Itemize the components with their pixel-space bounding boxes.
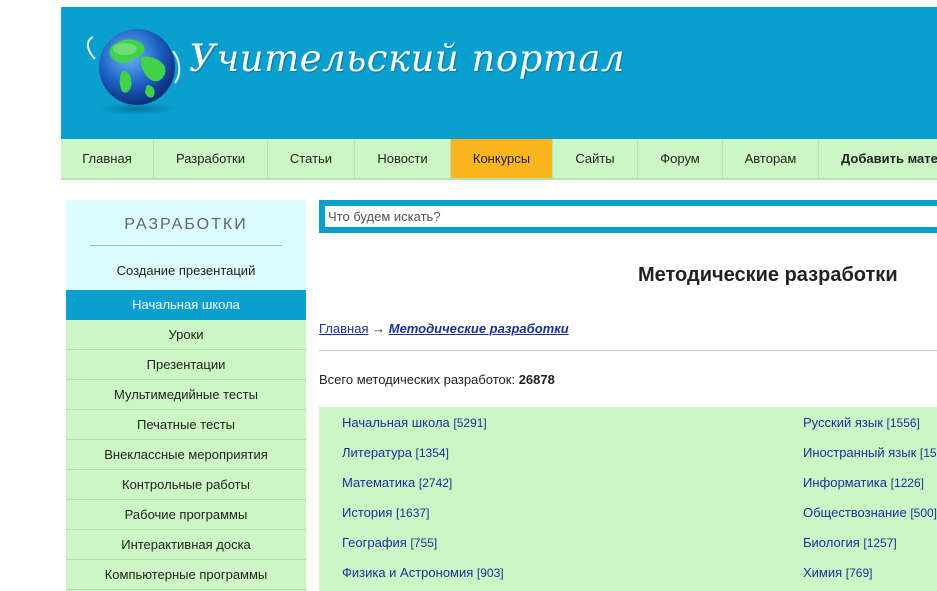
content-divider (319, 350, 937, 351)
breadcrumb-home-link[interactable]: Главная (319, 321, 368, 336)
category-link-history[interactable]: История [1637] (342, 505, 429, 520)
sidebar-item-work-programs[interactable]: Рабочие программы (66, 500, 306, 530)
sidebar-divider (90, 245, 282, 246)
category-link-social-studies[interactable]: Обществознание [500] (803, 505, 937, 520)
page-title: Методические разработки (638, 264, 898, 286)
nav-item-articles[interactable]: Статьи (268, 139, 355, 178)
nav-item-sites[interactable]: Сайты (553, 139, 638, 178)
sidebar-item-lessons[interactable]: Уроки (66, 320, 306, 350)
category-link-chemistry[interactable]: Химия [769] (803, 565, 873, 580)
category-link-geography[interactable]: География [755] (342, 535, 437, 550)
sidebar-item-primary-school[interactable]: Начальная школа (66, 290, 306, 320)
site-title[interactable]: Учительский портал (189, 37, 625, 80)
category-link-russian[interactable]: Русский язык [1556] (803, 415, 920, 430)
category-link-literature[interactable]: Литература [1354] (342, 445, 449, 460)
category-link-primary-school[interactable]: Начальная школа [5291] (342, 415, 487, 430)
globe-logo-icon[interactable] (81, 21, 189, 117)
site-header: Учительский портал (61, 7, 937, 139)
category-link-foreign-language[interactable]: Иностранный язык [15 (803, 445, 937, 460)
sidebar-item-control-works[interactable]: Контрольные работы (66, 470, 306, 500)
total-label: Всего методических разработок: (319, 372, 516, 387)
breadcrumb-separator: → (372, 321, 386, 336)
total-value: 26878 (518, 372, 555, 387)
search-bar (319, 200, 937, 233)
nav-item-forum[interactable]: Форум (638, 139, 723, 178)
sidebar-title: РАЗРАБОТКИ (124, 216, 248, 233)
nav-item-add-material[interactable]: Добавить мате (819, 139, 937, 178)
breadcrumb: Главная → Методические разработки (319, 321, 569, 336)
sidebar: РАЗРАБОТКИ Создание презентаций Начальна… (66, 200, 306, 591)
sidebar-link-create-presentations[interactable]: Создание презентаций (66, 263, 306, 278)
category-link-mathematics[interactable]: Математика [2742] (342, 475, 452, 490)
main-nav: Главная Разработки Статьи Новости Конкур… (61, 139, 937, 180)
sidebar-item-computer-programs[interactable]: Компьютерные программы (66, 560, 306, 590)
sidebar-item-multimedia-tests[interactable]: Мультимедийные тесты (66, 380, 306, 410)
category-link-informatics[interactable]: Информатика [1226] (803, 475, 924, 490)
search-input[interactable] (325, 206, 937, 227)
nav-item-home[interactable]: Главная (61, 139, 154, 178)
sidebar-header: РАЗРАБОТКИ Создание презентаций (66, 200, 306, 290)
total-count: Всего методических разработок: 26878 (319, 372, 555, 387)
nav-item-news[interactable]: Новости (355, 139, 451, 178)
sidebar-item-interactive-board[interactable]: Интерактивная доска (66, 530, 306, 560)
nav-item-developments[interactable]: Разработки (154, 139, 268, 178)
nav-item-authors[interactable]: Авторам (723, 139, 819, 178)
category-link-biology[interactable]: Биология [1257] (803, 535, 897, 550)
category-list: Начальная школа [5291] Литература [1354]… (319, 407, 937, 591)
nav-item-contests[interactable]: Конкурсы (451, 139, 553, 178)
sidebar-item-presentations[interactable]: Презентации (66, 350, 306, 380)
sidebar-item-extracurricular[interactable]: Внеклассные мероприятия (66, 440, 306, 470)
breadcrumb-current-link[interactable]: Методические разработки (389, 321, 569, 336)
sidebar-item-printed-tests[interactable]: Печатные тесты (66, 410, 306, 440)
category-link-physics-astronomy[interactable]: Физика и Астрономия [903] (342, 565, 504, 580)
